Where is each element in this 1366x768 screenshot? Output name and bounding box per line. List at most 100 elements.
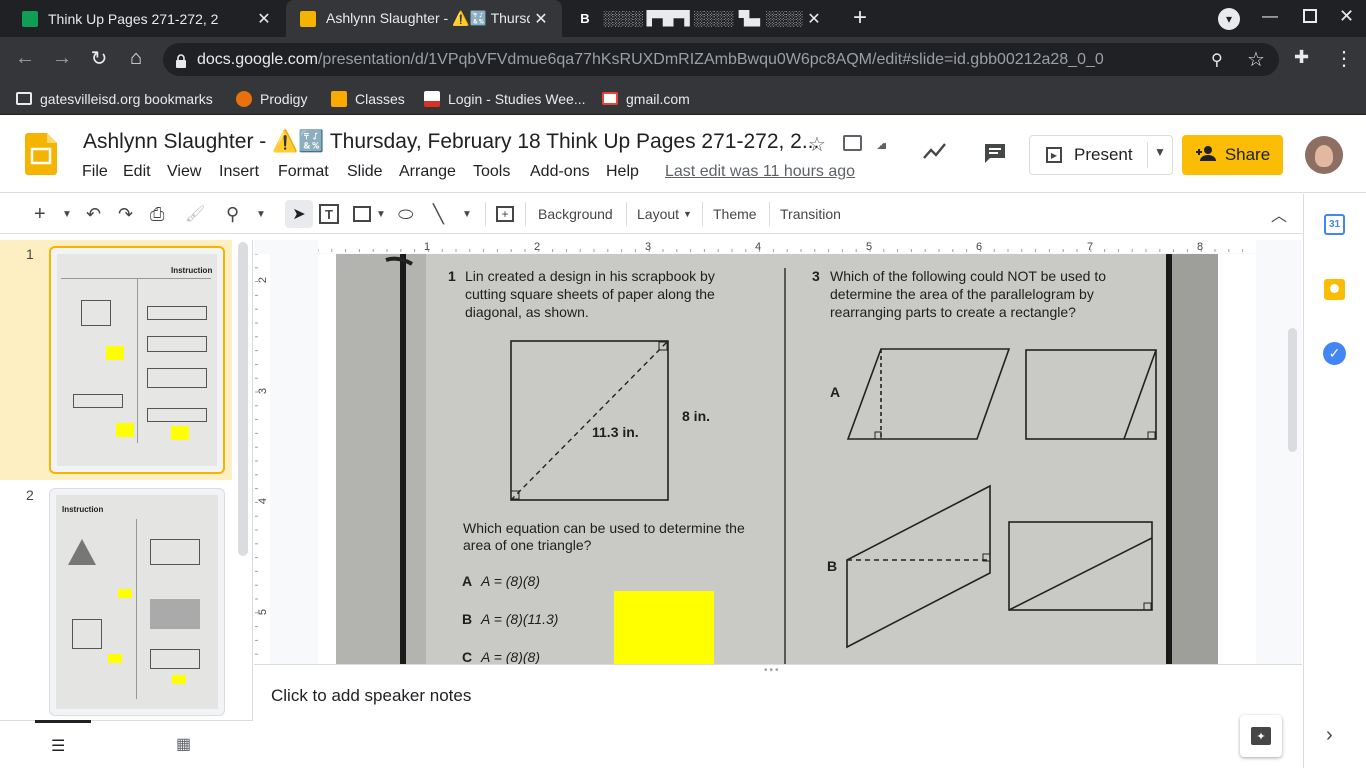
zoom-dropdown-icon[interactable]: ▼ — [256, 194, 266, 234]
diagonal-label: 11.3 in. — [592, 424, 639, 440]
transition-button[interactable]: Transition — [780, 194, 841, 234]
expand-panel-icon[interactable]: › — [1326, 724, 1333, 747]
filmstrip-view-icon[interactable]: ☰ — [51, 736, 65, 756]
close-tab-icon[interactable]: ✕ — [530, 9, 552, 29]
gmail-icon — [602, 92, 618, 105]
last-edit-link[interactable]: Last edit was 11 hours ago — [665, 163, 855, 181]
cloud-status-icon[interactable]: ☁ — [876, 133, 886, 154]
grid-view-icon[interactable]: ▦ — [176, 734, 191, 754]
activity-trend-icon[interactable] — [922, 141, 948, 166]
location-icon[interactable]: ⚲ — [1211, 50, 1223, 70]
present-dropdown-icon[interactable]: ▼ — [1154, 145, 1166, 159]
bookmark-prodigy[interactable]: Prodigy — [236, 82, 307, 115]
present-button[interactable]: ▶ Present ▼ — [1029, 135, 1173, 175]
background-button[interactable]: Background — [538, 194, 613, 234]
document-title[interactable]: Ashlynn Slaughter - ⚠️🔣 Thursday, Februa… — [83, 130, 819, 154]
speaker-notes-panel[interactable] — [254, 664, 1302, 768]
image-icon[interactable] — [353, 194, 371, 234]
add-comment-icon[interactable]: + — [496, 194, 514, 234]
close-tab-icon[interactable]: ✕ — [253, 9, 275, 29]
explore-button[interactable]: ✦ — [1240, 715, 1282, 757]
bookmark-label: Classes — [355, 90, 405, 107]
bookmark-classes[interactable]: Classes — [331, 82, 405, 115]
bookmark-gmail[interactable]: gmail.com — [602, 82, 690, 115]
select-cursor-icon[interactable]: ➤ — [285, 200, 313, 228]
tab-title: Ashlynn Slaughter - ⚠️🔣 Thursd — [326, 10, 530, 26]
menu-edit[interactable]: Edit — [123, 163, 151, 181]
text-box-icon[interactable]: T — [319, 194, 339, 234]
explore-icon: ✦ — [1251, 727, 1271, 745]
redo-icon[interactable]: ↷ — [118, 194, 133, 234]
slide-number: 2 — [26, 487, 34, 503]
home-icon[interactable]: ⌂ — [120, 42, 152, 74]
star-icon[interactable]: ☆ — [808, 132, 826, 157]
share-button[interactable]: Share — [1182, 135, 1283, 175]
tasks-icon[interactable]: ✓ — [1323, 342, 1346, 365]
move-folder-icon[interactable] — [843, 135, 862, 151]
choice-letter: C — [462, 649, 472, 664]
back-icon[interactable]: ← — [9, 42, 41, 74]
canvas-scrollbar[interactable] — [1288, 328, 1297, 452]
bookmark-studies-weekly[interactable]: Login - Studies Wee... — [424, 82, 585, 115]
line-dropdown-icon[interactable]: ▼ — [462, 194, 472, 234]
menu-arrange[interactable]: Arrange — [399, 163, 456, 181]
filmstrip-scrollbar[interactable] — [238, 242, 248, 556]
ruler-label: 6 — [976, 241, 982, 253]
zoom-icon[interactable]: ⚲ — [226, 194, 239, 234]
menu-insert[interactable]: Insert — [219, 163, 259, 181]
calendar-icon[interactable]: 31 — [1324, 214, 1345, 235]
classroom-icon — [331, 90, 347, 107]
browser-tab-3[interactable]: B ░░░░ ▛▜▛▜ ░░░░▝▙▖░░░░ ✕ — [563, 0, 835, 37]
layout-button[interactable]: Layout ▼ — [637, 194, 692, 234]
close-window-icon[interactable]: ✕ — [1339, 6, 1354, 27]
speaker-notes-placeholder[interactable]: Click to add speaker notes — [271, 686, 471, 706]
line-icon[interactable]: ╲ — [433, 194, 444, 234]
question-3: 3 Which of the following could NOT be us… — [812, 268, 1106, 320]
sticky-note — [106, 346, 124, 360]
extensions-icon[interactable]: ✚ — [1294, 47, 1309, 68]
new-slide-icon[interactable]: + — [34, 194, 46, 234]
notes-resize-handle[interactable]: ••• — [764, 665, 781, 676]
sticky-note[interactable] — [614, 591, 714, 664]
theme-button[interactable]: Theme — [713, 194, 757, 234]
slides-logo-icon[interactable] — [25, 133, 57, 175]
vertical-ruler: 2 3 4 5 — [254, 254, 270, 664]
menu-file[interactable]: File — [82, 163, 108, 181]
slide-canvas[interactable]: 1 Lin created a design in his scrapbook … — [318, 254, 1256, 664]
close-tab-icon[interactable]: ✕ — [803, 9, 825, 29]
minimize-icon[interactable]: — — [1262, 8, 1278, 26]
browser-tab-1[interactable]: Think Up Pages 271-272, 2 ✕ — [8, 0, 285, 37]
paint-format-icon[interactable]: 🖌 — [185, 194, 205, 234]
image-dropdown-icon[interactable]: ▼ — [376, 194, 386, 234]
new-slide-dropdown-icon[interactable]: ▼ — [62, 194, 72, 234]
menu-tools[interactable]: Tools — [473, 163, 510, 181]
menu-view[interactable]: View — [167, 163, 201, 181]
choice-text: A = (8)(8) — [480, 649, 540, 664]
chrome-menu-icon[interactable]: ⋮ — [1334, 46, 1354, 71]
avatar[interactable] — [1305, 136, 1343, 174]
question-prompt: area of one triangle? — [463, 537, 592, 553]
reload-icon[interactable]: ↻ — [83, 42, 115, 74]
slide-thumbnail-2[interactable]: Instruction — [49, 488, 225, 716]
menu-addons[interactable]: Add-ons — [530, 163, 590, 181]
shape-icon[interactable]: ⬭ — [398, 194, 413, 234]
restore-icon[interactable] — [1303, 9, 1317, 23]
print-icon[interactable]: ⎙ — [150, 194, 164, 234]
slide-thumbnail-1[interactable]: Instruction — [49, 246, 225, 474]
menu-format[interactable]: Format — [278, 163, 329, 181]
star-bookmark-icon[interactable]: ☆ — [1247, 47, 1265, 72]
collapse-toolbar-icon[interactable]: ︿ — [1271, 194, 1287, 234]
new-tab-button[interactable]: + — [846, 4, 874, 32]
comment-icon[interactable] — [983, 142, 1007, 169]
address-bar[interactable]: docs.google.com/presentation/d/1VPqbVFVd… — [163, 43, 1279, 76]
option-letter: A — [830, 384, 840, 400]
tab-search-icon[interactable]: ▾ — [1218, 8, 1240, 30]
keep-icon[interactable] — [1324, 279, 1345, 300]
forward-icon[interactable]: → — [46, 42, 78, 74]
undo-icon[interactable]: ↶ — [86, 194, 101, 234]
browser-tab-2[interactable]: Ashlynn Slaughter - ⚠️🔣 Thursd ✕ — [286, 0, 562, 37]
menu-slide[interactable]: Slide — [347, 163, 383, 181]
bookmark-folder[interactable]: gatesvilleisd.org bookmarks — [16, 82, 213, 115]
menu-help[interactable]: Help — [606, 163, 639, 181]
horizontal-ruler: 1 2 3 4 5 6 7 8 — [318, 240, 1256, 253]
